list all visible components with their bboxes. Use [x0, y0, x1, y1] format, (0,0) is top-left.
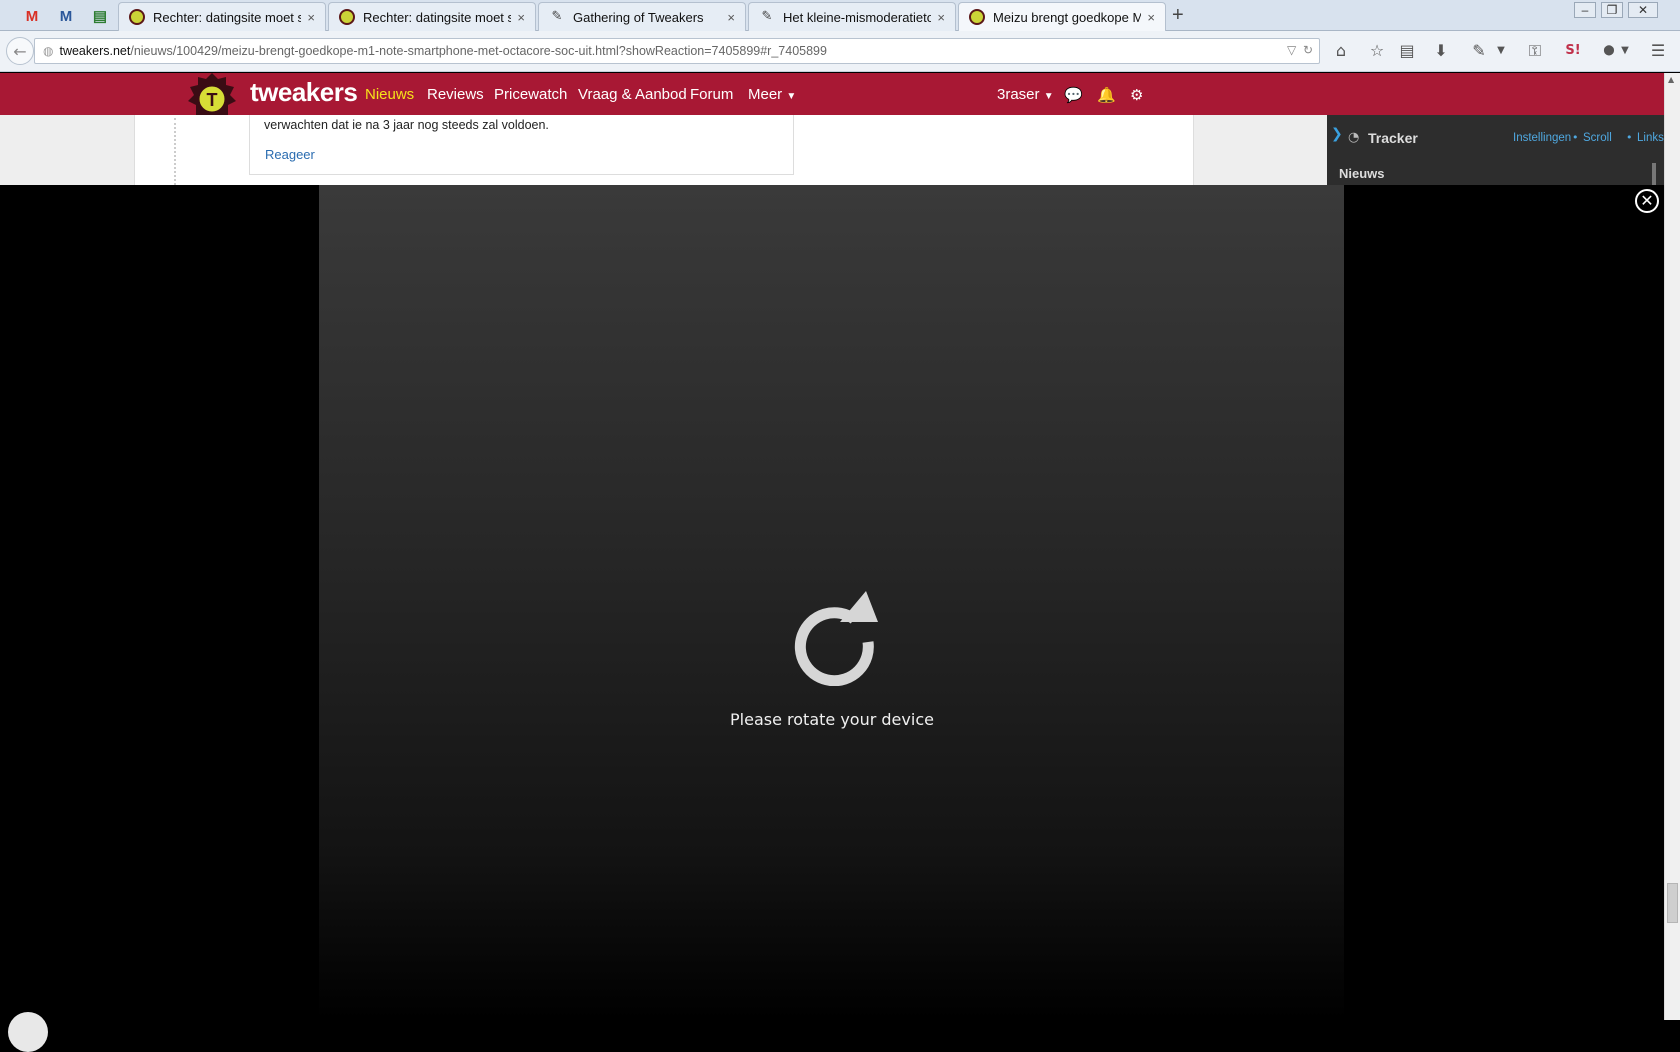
url-path: /nieuws/100429/meizu-brengt-goedkope-m1-…: [130, 44, 827, 58]
document-icon: ▤: [92, 8, 108, 25]
tab-title: Het kleine-mismoderatieto...: [783, 9, 932, 25]
nav-meer[interactable]: Meer ▼: [748, 86, 796, 103]
dropdown-arrow-icon[interactable]: ▽: [1287, 43, 1296, 57]
tab-3[interactable]: ✎ Gathering of Tweakers ×: [538, 2, 746, 31]
tracker-link-links[interactable]: Links: [1637, 132, 1664, 144]
tab-title: Rechter: datingsite moet st...: [363, 9, 512, 25]
site-header: T tweakers Nieuws Reviews Pricewatch Vra…: [0, 73, 1664, 115]
window-scrollbar[interactable]: ▲: [1664, 73, 1680, 1020]
rotate-device-message: Please rotate your device: [730, 710, 934, 729]
user-menu[interactable]: 3raser ▼: [997, 86, 1054, 103]
addon-sj-icon[interactable]: S!: [1562, 40, 1584, 62]
gear-icon[interactable]: ⚙: [1130, 86, 1143, 104]
nav-nieuws[interactable]: Nieuws: [365, 86, 414, 103]
nav-reviews[interactable]: Reviews: [427, 86, 484, 103]
tools-dropdown-icon[interactable]: ▼: [1490, 40, 1512, 62]
tracker-link-instellingen[interactable]: Instellingen: [1513, 132, 1571, 144]
nav-forum[interactable]: Forum: [690, 86, 733, 103]
window-close-button[interactable]: ✕: [1628, 2, 1658, 18]
comment-text: verwachten dat ie na 3 jaar nog steeds z…: [264, 118, 549, 132]
rotate-device-icon: [794, 591, 878, 686]
browser-navigation-bar: ← ◍ tweakers.net/nieuws/100429/meizu-bre…: [0, 31, 1680, 91]
wrench-icon: ✎: [761, 9, 773, 24]
reply-link[interactable]: Reageer: [265, 147, 315, 162]
chat-bubble-icon[interactable]: 💬: [1064, 86, 1083, 104]
brand-wordmark[interactable]: tweakers: [250, 77, 358, 108]
tweakers-logo-icon[interactable]: T: [182, 73, 242, 115]
addon-lock-icon[interactable]: ⚿: [1524, 40, 1546, 62]
tweakers-icon: [339, 9, 355, 25]
tab-title: Gathering of Tweakers: [573, 9, 704, 25]
browser-tab-strip: M M ▤ Rechter: datingsite moet st... × R…: [0, 0, 1680, 31]
tracker-section-nieuws: Nieuws: [1339, 166, 1385, 181]
download-icon[interactable]: ⬇: [1430, 40, 1452, 62]
nav-vraag-aanbod[interactable]: Vraag & Aanbod: [578, 86, 687, 103]
back-button[interactable]: ←: [6, 37, 34, 65]
bell-icon[interactable]: 🔔: [1097, 86, 1116, 104]
tracker-scrollbar[interactable]: [1652, 163, 1656, 185]
separator-dot: •: [1626, 131, 1633, 144]
wrench-icon: ✎: [551, 9, 563, 24]
restore-button[interactable]: ❐: [1601, 2, 1623, 18]
gmail-icon: M: [25, 7, 39, 25]
pinned-tab-gmail[interactable]: M: [14, 2, 50, 30]
nav-pricewatch[interactable]: Pricewatch: [494, 86, 567, 103]
bookmarks-list-icon[interactable]: ▤: [1396, 40, 1418, 62]
bookmark-star-icon[interactable]: ☆: [1366, 40, 1388, 62]
svg-text:T: T: [207, 90, 218, 110]
tab-close-icon[interactable]: ×: [307, 10, 315, 25]
tweakers-icon: [969, 9, 985, 25]
close-icon: ✕: [1640, 191, 1654, 210]
tracker-title: Tracker: [1368, 130, 1418, 146]
nav-meer-label: Meer: [748, 86, 783, 103]
overlay-close-button[interactable]: ✕: [1635, 189, 1659, 213]
scroll-up-arrow-icon[interactable]: ▲: [1668, 75, 1674, 84]
address-bar[interactable]: ◍ tweakers.net/nieuws/100429/meizu-breng…: [34, 38, 1320, 64]
tab-4[interactable]: ✎ Het kleine-mismoderatieto... ×: [748, 2, 956, 31]
chevron-down-icon: ▼: [786, 91, 797, 102]
pinned-tab-mail[interactable]: M: [48, 2, 84, 30]
chevron-right-icon[interactable]: ❯: [1331, 126, 1343, 142]
minimize-button[interactable]: –: [1574, 2, 1596, 18]
tab-2[interactable]: Rechter: datingsite moet st... ×: [328, 2, 536, 31]
scrollbar-thumb[interactable]: [1667, 883, 1678, 923]
home-icon[interactable]: ⌂: [1330, 40, 1352, 62]
chat-bubble-widget[interactable]: [8, 1012, 48, 1052]
username: 3raser: [997, 86, 1040, 103]
chevron-down-icon: ▼: [1043, 91, 1054, 102]
new-tab-button[interactable]: +: [1172, 4, 1184, 27]
adblock-dropdown-icon[interactable]: ▼: [1614, 40, 1636, 62]
tab-5-active[interactable]: Meizu brengt goedkope M... ×: [958, 2, 1166, 31]
mail-icon: M: [59, 7, 73, 25]
thread-line: [174, 118, 176, 185]
tab-close-icon[interactable]: ×: [517, 10, 525, 25]
rss-icon: ◔: [1348, 130, 1360, 145]
back-arrow-icon: ←: [13, 41, 27, 61]
tools-icon[interactable]: ✎: [1468, 40, 1490, 62]
tab-title: Meizu brengt goedkope M...: [993, 9, 1142, 25]
tab-close-icon[interactable]: ×: [727, 10, 735, 25]
pinned-tab-document[interactable]: ▤: [82, 2, 118, 30]
tab-title: Rechter: datingsite moet st...: [153, 9, 302, 25]
url-host: tweakers.net: [59, 44, 131, 58]
reload-icon[interactable]: ↻: [1303, 43, 1313, 57]
menu-hamburger-icon[interactable]: ☰: [1647, 40, 1669, 62]
separator-dot: •: [1572, 131, 1579, 144]
tab-1[interactable]: Rechter: datingsite moet st... ×: [118, 2, 326, 31]
tweakers-icon: [129, 9, 145, 25]
globe-icon: ◍: [43, 44, 54, 58]
tab-close-icon[interactable]: ×: [937, 10, 945, 25]
tracker-link-scroll[interactable]: Scroll: [1583, 132, 1612, 144]
tab-close-icon[interactable]: ×: [1147, 10, 1155, 25]
